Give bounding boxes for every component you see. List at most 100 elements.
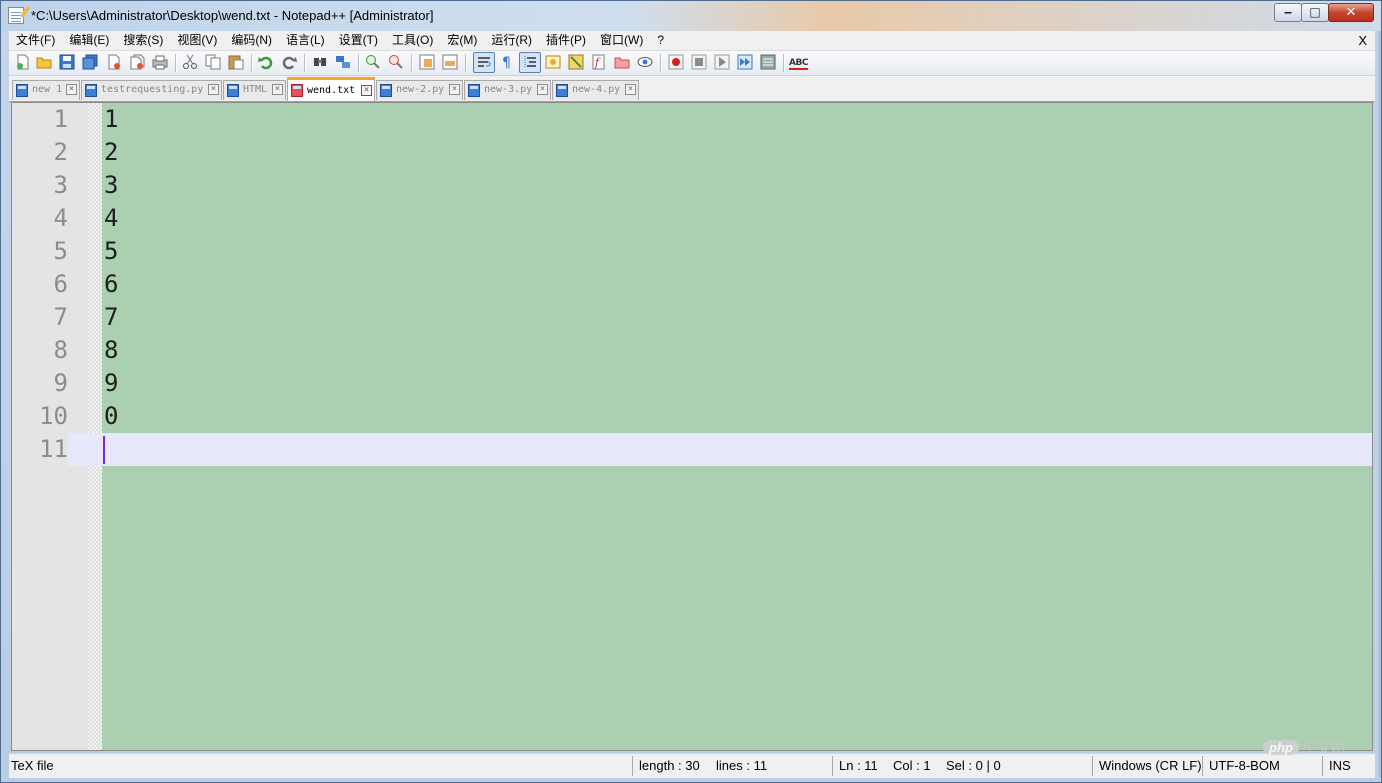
editor-line[interactable]: 7 7 (12, 301, 1372, 334)
close-document-button[interactable]: X (1358, 31, 1367, 50)
line-text[interactable]: 4 (104, 202, 118, 235)
line-number: 8 (53, 336, 68, 364)
menu-search[interactable]: 搜索(S) (116, 31, 170, 50)
menu-settings[interactable]: 设置(T) (332, 31, 385, 50)
svg-text:¶: ¶ (502, 55, 511, 70)
line-text[interactable]: 2 (104, 136, 118, 169)
minimize-button[interactable]: ‒ (1274, 3, 1302, 22)
line-text[interactable]: 0 (104, 400, 118, 433)
menu-encoding[interactable]: 编码(N) (224, 31, 279, 50)
close-all-icon[interactable] (129, 54, 145, 70)
print-icon[interactable] (152, 54, 168, 70)
tab-wend-txt[interactable]: wend.txt × (287, 77, 375, 101)
open-file-icon[interactable] (36, 54, 52, 70)
undo-icon[interactable] (258, 54, 274, 70)
redo-icon[interactable] (281, 54, 297, 70)
zoom-in-icon[interactable] (365, 54, 381, 70)
menu-tools[interactable]: 工具(O) (385, 31, 440, 50)
save-icon[interactable] (59, 54, 75, 70)
watermark-text: 中文网 (1303, 739, 1345, 755)
status-insert-mode[interactable]: INS (1329, 754, 1351, 778)
indent-guide-icon (522, 54, 538, 70)
editor-line[interactable]: 3 3 (12, 169, 1372, 202)
line-text[interactable]: 8 (104, 334, 118, 367)
close-icon: ✕ (1345, 5, 1357, 20)
menu-edit[interactable]: 编辑(E) (62, 31, 116, 50)
user-language-icon[interactable] (545, 54, 561, 70)
editor-line[interactable]: 9 9 (12, 367, 1372, 400)
saved-file-icon (468, 84, 480, 97)
save-all-icon[interactable] (82, 54, 98, 70)
tab-close-icon[interactable]: × (537, 84, 548, 95)
close-window-button[interactable]: ✕ (1328, 3, 1374, 22)
tab-html[interactable]: HTML × (223, 80, 286, 100)
line-text[interactable]: 3 (104, 169, 118, 202)
monitoring-icon[interactable] (637, 54, 653, 70)
sync-vertical-icon[interactable] (419, 54, 435, 70)
folder-workspace-icon[interactable] (614, 54, 630, 70)
zoom-out-icon[interactable] (388, 54, 404, 70)
tab-close-icon[interactable]: × (361, 85, 372, 96)
editor-line[interactable]: 2 2 (12, 136, 1372, 169)
editor-line[interactable]: 5 5 (12, 235, 1372, 268)
save-macro-icon[interactable] (760, 54, 776, 70)
line-text[interactable]: 9 (104, 367, 118, 400)
notepad-app-icon (8, 7, 24, 24)
status-eol-format[interactable]: Windows (CR LF) (1099, 754, 1202, 778)
tab-close-icon[interactable]: × (272, 84, 283, 95)
function-list-icon[interactable]: f (591, 54, 607, 70)
menu-macro[interactable]: 宏(M) (440, 31, 484, 50)
menu-plugins[interactable]: 插件(P) (539, 31, 593, 50)
tab-testrequesting-py[interactable]: testrequesting.py × (81, 80, 222, 100)
menu-language[interactable]: 语言(L) (279, 31, 332, 50)
title-bar[interactable]: *C:\Users\Administrator\Desktop\wend.txt… (1, 1, 1381, 31)
tab-new-3-py[interactable]: new-3.py × (464, 80, 551, 100)
find-icon[interactable] (312, 54, 328, 70)
editor-line[interactable]: 6 6 (12, 268, 1372, 301)
menu-view[interactable]: 视图(V) (170, 31, 224, 50)
line-number: 11 (12, 433, 68, 466)
cut-icon[interactable] (182, 54, 198, 70)
tab-close-icon[interactable]: × (208, 84, 219, 95)
menu-help[interactable]: ? (650, 31, 671, 50)
saved-file-icon (556, 84, 568, 97)
stop-record-icon[interactable] (691, 54, 707, 70)
restore-icon: □ (1309, 5, 1321, 19)
toolbar-separator (465, 54, 466, 72)
window-title: *C:\Users\Administrator\Desktop\wend.txt… (31, 8, 434, 23)
close-icon[interactable] (106, 54, 122, 70)
menu-run[interactable]: 运行(R) (484, 31, 539, 50)
editor-line[interactable]: 4 4 (12, 202, 1372, 235)
replace-icon[interactable] (335, 54, 351, 70)
play-macro-icon[interactable] (714, 54, 730, 70)
maximize-button[interactable]: □ (1301, 3, 1329, 22)
editor-line[interactable]: 1 1 (12, 103, 1372, 136)
tab-new-4-py[interactable]: new-4.py × (552, 80, 639, 100)
line-text[interactable]: 1 (104, 103, 118, 136)
spell-check-icon[interactable]: ABC (789, 54, 811, 70)
tab-new-1[interactable]: new 1 × (12, 80, 80, 100)
tab-close-icon[interactable]: × (66, 84, 77, 95)
tab-new-2-py[interactable]: new-2.py × (376, 80, 463, 100)
menu-window[interactable]: 窗口(W) (593, 31, 650, 50)
line-text[interactable]: 6 (104, 268, 118, 301)
copy-icon[interactable] (205, 54, 221, 70)
tab-close-icon[interactable]: × (449, 84, 460, 95)
editor-line[interactable]: 10 0 (12, 400, 1372, 433)
text-editor[interactable]: 1 1 2 2 3 3 4 4 5 5 6 6 7 7 8 8 9 9 10 0… (11, 102, 1373, 751)
run-macro-multiple-icon[interactable] (737, 54, 753, 70)
new-file-icon[interactable] (15, 54, 31, 70)
menu-file[interactable]: 文件(F) (9, 31, 62, 50)
editor-line[interactable]: 8 8 (12, 334, 1372, 367)
sync-horizontal-icon[interactable] (442, 54, 458, 70)
show-all-chars-icon[interactable]: ¶ (499, 54, 515, 71)
status-line-number: Ln : 11 (839, 758, 878, 773)
doc-map-icon[interactable] (568, 54, 584, 70)
current-editor-line[interactable]: 11 (12, 433, 1372, 466)
line-text[interactable]: 5 (104, 235, 118, 268)
paste-icon[interactable] (228, 54, 244, 70)
tab-close-icon[interactable]: × (625, 84, 636, 95)
record-macro-icon[interactable] (668, 54, 684, 70)
status-encoding[interactable]: UTF-8-BOM (1209, 754, 1280, 778)
line-text[interactable]: 7 (104, 301, 118, 334)
